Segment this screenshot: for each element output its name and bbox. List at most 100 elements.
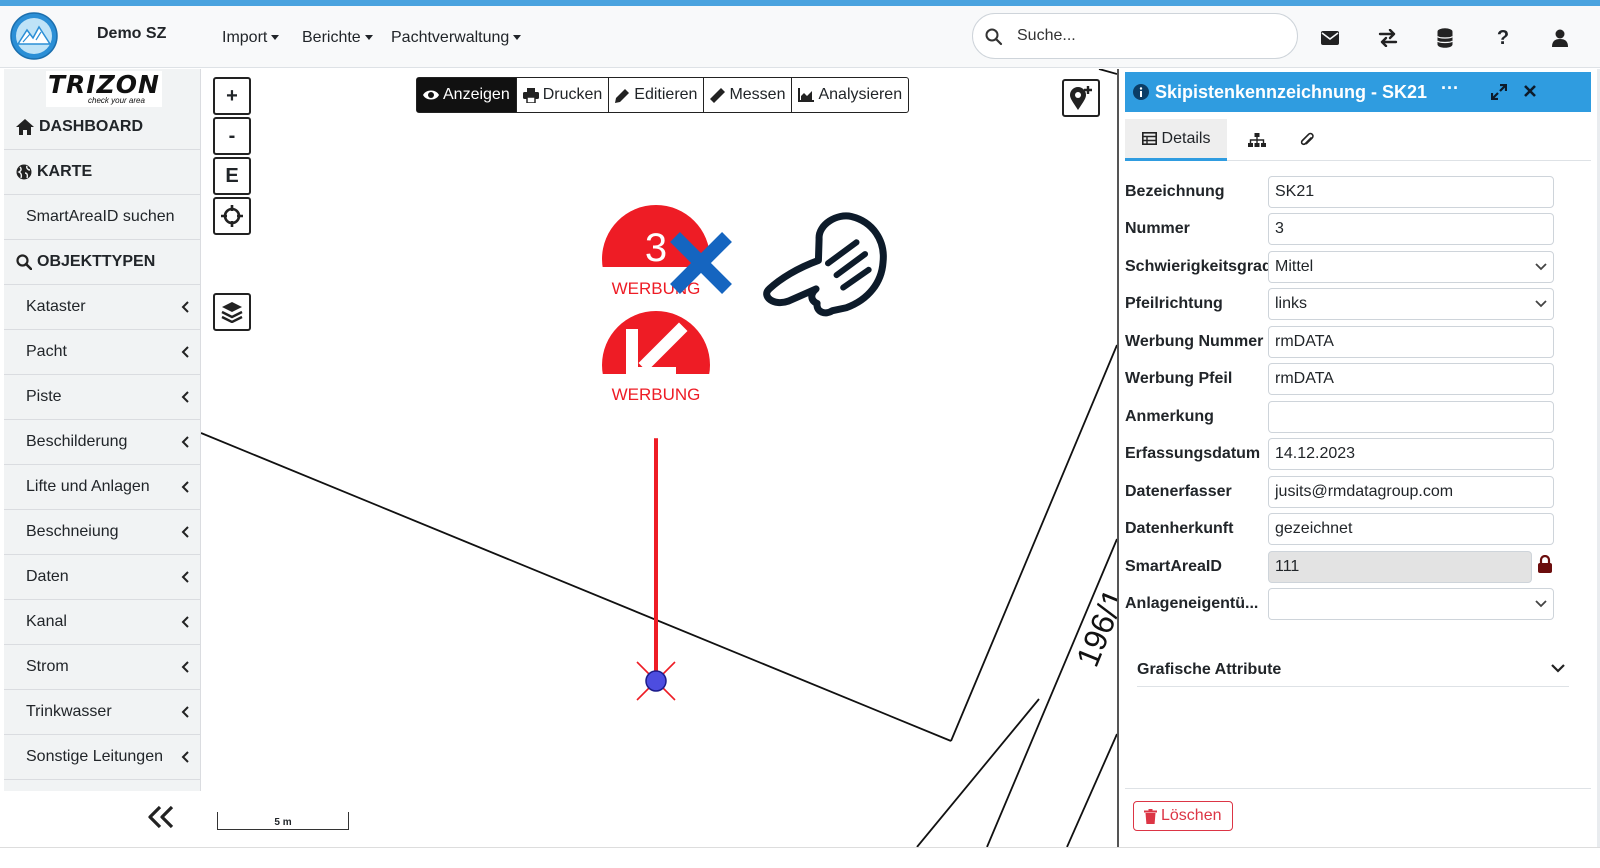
grafische-attribute-toggle[interactable]: Grafische Attribute bbox=[1137, 651, 1569, 687]
extent-button[interactable]: E bbox=[213, 157, 251, 195]
tool-label: Analysieren bbox=[818, 86, 903, 103]
collapse-sidebar-icon[interactable] bbox=[146, 805, 176, 829]
werbung-nummer-input[interactable]: rmDATA bbox=[1268, 326, 1554, 358]
tab-attachments[interactable] bbox=[1287, 119, 1327, 161]
tool-drucken[interactable]: Drucken bbox=[517, 78, 610, 112]
paperclip-icon bbox=[1300, 132, 1314, 146]
field-datenerfasser: Datenerfasser jusits@rmdatagroup.com bbox=[1125, 476, 1591, 508]
chevron-down-icon bbox=[1535, 263, 1547, 271]
database-icon[interactable] bbox=[1434, 28, 1456, 48]
sidebar-item-label: Daten bbox=[26, 568, 69, 585]
close-icon[interactable] bbox=[1523, 84, 1537, 98]
field-erfassungsdatum: Erfassungsdatum 14.12.2023 bbox=[1125, 438, 1591, 470]
envelope-icon[interactable] bbox=[1319, 28, 1341, 48]
bezeichnung-input[interactable]: SK21 bbox=[1268, 176, 1554, 208]
menu-berichte[interactable]: Berichte bbox=[302, 29, 373, 47]
field-label: SmartAreaID bbox=[1125, 558, 1222, 575]
anlageneigentuemer-select[interactable] bbox=[1268, 588, 1554, 620]
schwierigkeitsgrad-select[interactable]: Mittel bbox=[1268, 251, 1554, 283]
sidebar-item-kanal[interactable]: Kanal bbox=[4, 600, 201, 645]
menu-import-label: Import bbox=[222, 29, 268, 46]
trizon-logo-tagline: check your area bbox=[88, 96, 145, 105]
chevron-left-icon bbox=[181, 346, 189, 358]
chevron-left-icon bbox=[181, 481, 189, 493]
exchange-icon[interactable] bbox=[1377, 28, 1399, 48]
werbung-pfeil-input[interactable]: rmDATA bbox=[1268, 363, 1554, 395]
help-icon[interactable]: ? bbox=[1492, 27, 1514, 49]
sidebar-item-pacht[interactable]: Pacht bbox=[4, 330, 201, 375]
point-vertex-marker[interactable] bbox=[645, 670, 667, 692]
sidebar-item-lifte[interactable]: Lifte und Anlagen bbox=[4, 465, 201, 510]
field-label: Nummer bbox=[1125, 220, 1190, 237]
chevron-left-icon bbox=[181, 661, 189, 673]
sign-lower-white bbox=[605, 402, 707, 439]
sidebar-item-label: DASHBOARD bbox=[39, 118, 143, 135]
map-canvas[interactable]: 196/1 3 WERBUNG WERBUNG bbox=[201, 69, 1117, 847]
field-anmerkung: Anmerkung bbox=[1125, 401, 1591, 433]
map-toolbar: Anzeigen Drucken Editieren Messen Analys… bbox=[416, 77, 910, 113]
sidebar-item-piste[interactable]: Piste bbox=[4, 375, 201, 420]
parcel-label: 196/1 bbox=[1069, 584, 1117, 672]
sidebar-item-karte[interactable]: KARTE bbox=[4, 150, 201, 195]
sidebar-item-dashboard[interactable]: DASHBOARD bbox=[4, 105, 201, 150]
nummer-input[interactable]: 3 bbox=[1268, 213, 1554, 245]
sidebar-item-sonstige-leitungen[interactable]: Sonstige Leitungen bbox=[4, 735, 201, 780]
sidebar-item-label: Piste bbox=[26, 388, 62, 405]
delete-button-label: Löschen bbox=[1161, 807, 1222, 824]
zoom-in-button[interactable]: + bbox=[213, 77, 251, 115]
menu-pachtverwaltung[interactable]: Pachtverwaltung bbox=[391, 29, 522, 47]
map-view[interactable]: 196/1 3 WERBUNG WERBUNG + - E Anzeigen D… bbox=[201, 69, 1117, 847]
add-location-button[interactable] bbox=[1062, 79, 1100, 117]
tool-label: Anzeigen bbox=[443, 86, 510, 103]
field-bezeichnung: Bezeichnung SK21 bbox=[1125, 176, 1591, 208]
more-options-icon[interactable]: ··· bbox=[1441, 78, 1459, 99]
tool-anzeigen[interactable]: Anzeigen bbox=[417, 78, 517, 112]
erfassungsdatum-input[interactable]: 14.12.2023 bbox=[1268, 438, 1554, 470]
menu-import[interactable]: Import bbox=[222, 29, 280, 47]
anmerkung-input[interactable] bbox=[1268, 401, 1554, 433]
tab-relations[interactable] bbox=[1237, 119, 1277, 161]
sidebar-item-objekttypen[interactable]: OBJEKTTYPEN bbox=[4, 240, 201, 285]
sidebar-item-label: Strom bbox=[26, 658, 69, 675]
layers-button[interactable] bbox=[213, 293, 251, 331]
chart-area-icon bbox=[798, 88, 815, 102]
field-werbung-pfeil: Werbung Pfeil rmDATA bbox=[1125, 363, 1591, 395]
sidebar-item-trinkwasser[interactable]: Trinkwasser bbox=[4, 690, 201, 735]
menu-pachtverwaltung-label: Pachtverwaltung bbox=[391, 29, 510, 46]
panel-footer-divider bbox=[1125, 788, 1591, 789]
sidebar-item-strom[interactable]: Strom bbox=[4, 645, 201, 690]
datenerfasser-input[interactable]: jusits@rmdatagroup.com bbox=[1268, 476, 1554, 508]
expand-icon[interactable] bbox=[1491, 84, 1507, 100]
info-circle-icon bbox=[1133, 84, 1149, 100]
pfeilrichtung-select[interactable]: links bbox=[1268, 288, 1554, 320]
sidebar-item-daten[interactable]: Daten bbox=[4, 555, 201, 600]
user-icon[interactable] bbox=[1549, 28, 1571, 48]
tool-analysieren[interactable]: Analysieren bbox=[792, 78, 908, 112]
field-label: Schwierigkeitsgrad bbox=[1125, 258, 1271, 275]
sidebar-item-smartarea-search[interactable]: SmartAreaID suchen bbox=[4, 195, 201, 240]
field-label: Werbung Nummer bbox=[1125, 333, 1264, 350]
trizon-logo: TRIZON check your area bbox=[46, 70, 162, 107]
select-value: Mittel bbox=[1275, 258, 1314, 275]
search-input[interactable] bbox=[1017, 24, 1277, 48]
sidebar-item-label: OBJEKTTYPEN bbox=[37, 253, 156, 270]
zoom-out-button[interactable]: - bbox=[213, 117, 251, 155]
sidebar-item-beschneiung[interactable]: Beschneiung bbox=[4, 510, 201, 555]
field-nummer: Nummer 3 bbox=[1125, 213, 1591, 245]
sidebar-item-beschilderung[interactable]: Beschilderung bbox=[4, 420, 201, 465]
locate-crosshair-button[interactable] bbox=[213, 197, 251, 235]
app-logo-icon[interactable] bbox=[10, 12, 58, 60]
tool-messen[interactable]: Messen bbox=[704, 78, 793, 112]
parcel-boundary-line bbox=[1098, 69, 1117, 75]
tab-details[interactable]: Details bbox=[1125, 119, 1227, 161]
sidebar-item-label: SmartAreaID suchen bbox=[26, 208, 175, 225]
pointing-hand-icon bbox=[763, 212, 887, 317]
search-icon bbox=[985, 28, 1003, 46]
sidebar-item-kataster[interactable]: Kataster bbox=[4, 285, 201, 330]
caret-down-icon bbox=[271, 35, 280, 41]
parcel-boundary-line bbox=[1066, 733, 1117, 847]
caret-down-icon bbox=[364, 35, 373, 41]
delete-button[interactable]: Löschen bbox=[1133, 801, 1233, 831]
datenherkunft-input[interactable]: gezeichnet bbox=[1268, 513, 1554, 545]
tool-editieren[interactable]: Editieren bbox=[609, 78, 705, 112]
